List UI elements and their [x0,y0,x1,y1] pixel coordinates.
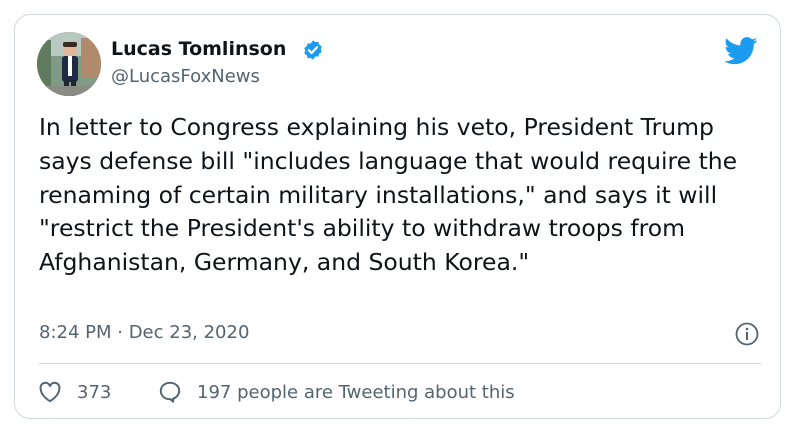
avatar-photo [37,32,101,96]
tweeting-about-label: 197 people are Tweeting about this [197,381,515,403]
author-handle[interactable]: @LucasFoxNews [111,66,260,87]
twitter-bird-icon[interactable] [724,37,758,65]
divider [39,363,761,364]
tweet-text: In letter to Congress explaining his vet… [39,113,738,277]
verified-badge-icon [304,40,322,60]
tweet-timestamp[interactable]: 8:24 PM · Dec 23, 2020 [39,322,249,343]
like-count: 373 [77,381,112,403]
heart-icon [39,381,61,403]
author-name[interactable]: Lucas Tomlinson [111,38,286,60]
like-button[interactable]: 373 [37,379,111,405]
info-icon[interactable] [735,322,759,346]
speech-bubble-icon [159,381,181,403]
tweeting-about-link[interactable]: 197 people are Tweeting about this [157,379,515,405]
avatar[interactable] [37,32,101,96]
tweet-card: Lucas Tomlinson @LucasFoxNews In letter … [14,14,781,419]
